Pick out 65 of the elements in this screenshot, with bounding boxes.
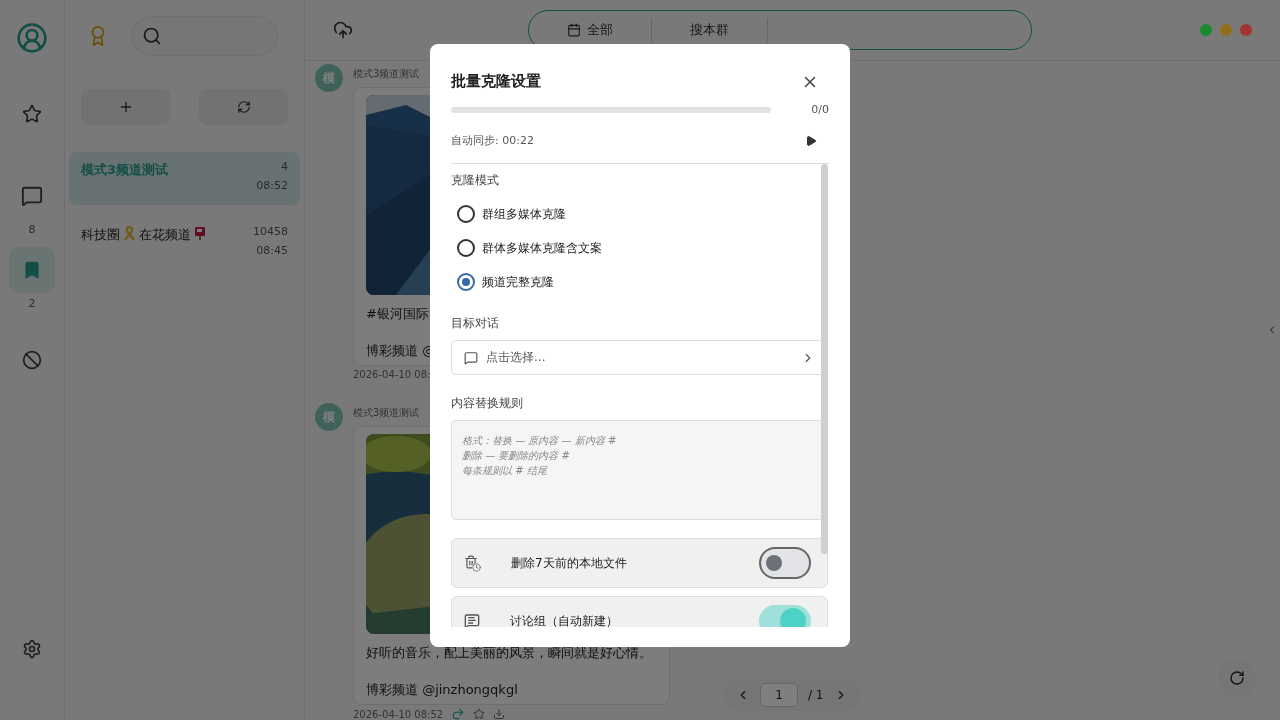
chat-time: 08:45 — [256, 244, 288, 257]
bookmark-icon[interactable] — [22, 260, 42, 280]
calendar-icon — [567, 23, 581, 37]
avatar: 模 — [315, 403, 343, 431]
radio-label: 群组多媒体克隆 — [482, 205, 566, 223]
radio-button[interactable] — [457, 205, 475, 223]
all-filter[interactable]: 全部 — [529, 18, 652, 42]
message-time: 2026-04-10 08:52 — [353, 707, 444, 720]
play-icon[interactable] — [805, 134, 817, 147]
section-label: 目标对话 — [451, 315, 500, 332]
message-time: 2026-04-10 08: — [353, 368, 431, 381]
unread-count: 4 — [281, 160, 288, 173]
chat-item[interactable]: 模式3频道测试 4 08:52 — [69, 152, 300, 205]
page-input[interactable]: 1 — [760, 683, 798, 707]
postbox-icon — [194, 226, 206, 241]
toggle-label: 删除7天前的本地文件 — [511, 554, 627, 572]
section-label: 克隆模式 — [451, 172, 500, 189]
page-total: / 1 — [808, 688, 824, 702]
cloud-upload-icon[interactable] — [333, 20, 353, 40]
window-dot[interactable] — [1220, 24, 1232, 36]
settings-icon[interactable] — [22, 639, 42, 659]
search-icon — [142, 26, 162, 46]
radio-label: 频道完整克隆 — [482, 273, 554, 291]
discussion-icon — [464, 613, 480, 627]
download-icon[interactable] — [493, 708, 506, 720]
section-label: 内容替换规则 — [451, 395, 524, 412]
reload-icon — [1229, 670, 1245, 686]
scrollbar[interactable] — [821, 164, 828, 554]
star-icon[interactable] — [473, 708, 486, 720]
group-search-filter[interactable]: 搜本群 — [652, 18, 768, 42]
progress-count: 0/0 — [811, 103, 829, 116]
sender-name: 模式3频道测试 — [353, 406, 420, 419]
chat-title: 科技圈 — [81, 226, 120, 244]
forward-icon[interactable] — [451, 707, 466, 720]
sender-name: 模式3频道测试 — [353, 67, 420, 80]
window-dot[interactable] — [1240, 24, 1252, 36]
refresh-icon — [236, 100, 251, 114]
avatar: 模 — [315, 64, 343, 92]
chat-icon[interactable] — [21, 185, 43, 207]
chat-icon — [464, 350, 478, 365]
ribbon-icon — [123, 226, 136, 241]
unread-count: 10458 — [253, 225, 288, 238]
profile-icon[interactable] — [16, 22, 48, 54]
search-field[interactable] — [131, 16, 278, 56]
message-text: 博彩频道 @jinzhongqkgl — [366, 681, 518, 698]
count-label: 8 — [28, 223, 36, 236]
chat-time: 08:52 — [256, 179, 288, 192]
toggle-switch[interactable] — [759, 547, 811, 579]
chat-item[interactable]: 科技圈 在花频道 10458 08:45 — [69, 217, 300, 270]
trash-clock-icon — [464, 554, 481, 572]
count-label: 2 — [28, 297, 36, 310]
star-icon[interactable] — [22, 104, 42, 124]
auto-sync-timer: 自动同步: 00:22 — [451, 133, 534, 148]
radio-button[interactable] — [457, 273, 475, 291]
rail-button[interactable] — [9, 247, 55, 293]
block-icon[interactable] — [22, 350, 42, 370]
message-text: #银河国际 — [366, 305, 429, 322]
dialog-title: 批量克隆设置 — [451, 72, 541, 91]
radio-button[interactable] — [457, 239, 475, 257]
message-text: 好听的音乐，配上美丽的风景，瞬间就是好心情。 — [366, 644, 652, 661]
window-dot[interactable] — [1200, 24, 1212, 36]
chat-title: 在花频道 — [139, 226, 191, 244]
chat-title: 模式3频道测试 — [81, 161, 169, 179]
toggle-label: 讨论组（自动新建） — [510, 612, 618, 627]
radio-label: 群体多媒体克隆含文案 — [482, 239, 602, 257]
